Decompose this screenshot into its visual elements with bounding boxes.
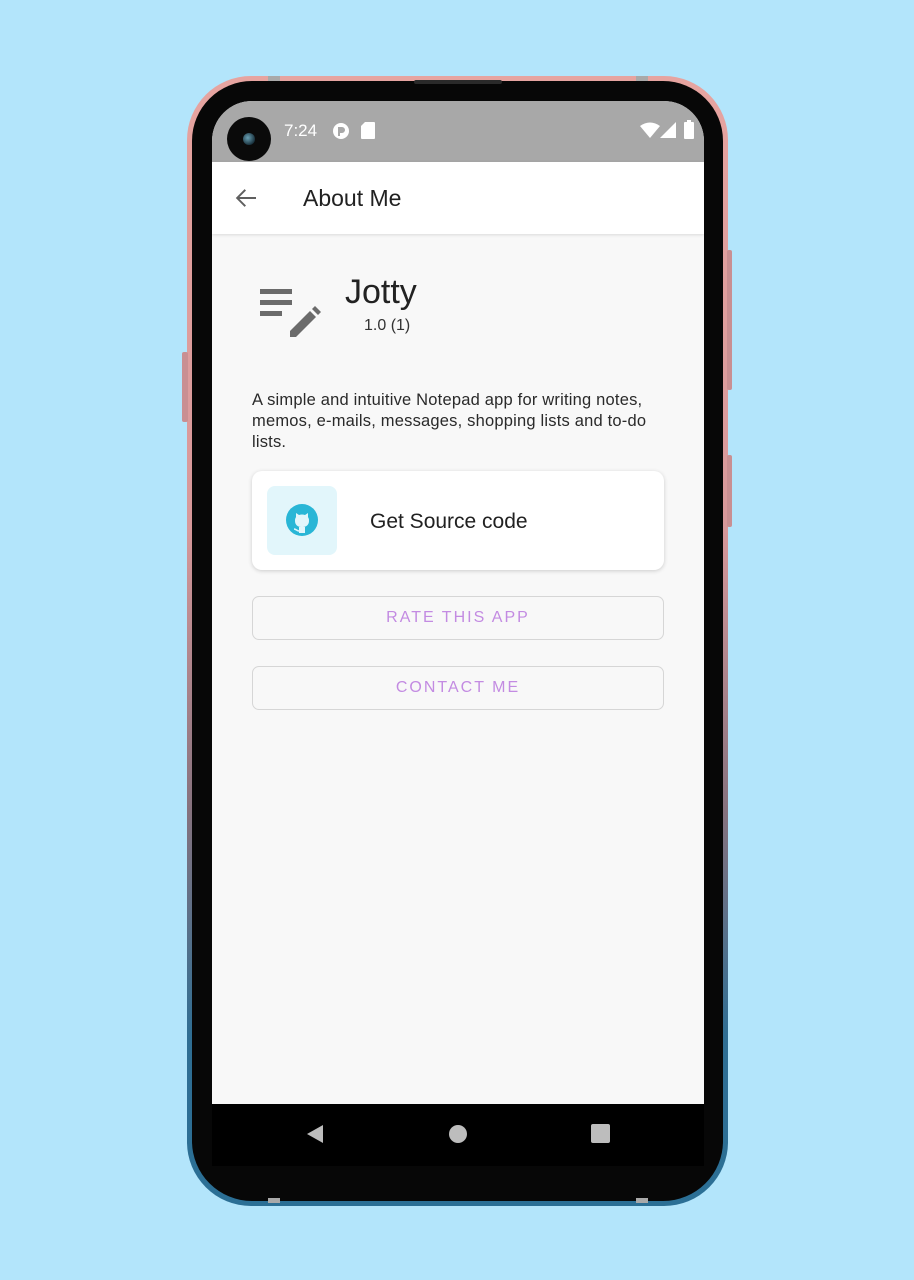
source-code-label: Get Source code: [370, 510, 528, 533]
battery-icon: [684, 120, 694, 144]
front-camera: [227, 117, 271, 161]
app-bar: About Me: [212, 162, 704, 234]
side-button-left: [182, 352, 188, 422]
antenna-line: [636, 76, 648, 81]
recents-square-icon[interactable]: [591, 1124, 610, 1148]
home-circle-icon[interactable]: [448, 1124, 468, 1149]
get-source-code-card[interactable]: Get Source code: [252, 471, 664, 570]
antenna-line: [636, 1198, 648, 1203]
arrow-back-icon[interactable]: [232, 184, 260, 212]
earpiece: [414, 80, 502, 84]
app-name: Jotty: [345, 273, 417, 311]
github-icon: [286, 504, 318, 536]
antenna-line: [268, 1198, 280, 1203]
page-title: About Me: [303, 185, 402, 211]
back-triangle-icon[interactable]: [305, 1124, 325, 1149]
navigation-bar: [212, 1104, 704, 1166]
sd-card-icon: [361, 122, 375, 144]
phone-screen: 7:24 About Me Jotty 1.0 (1) A simple and…: [212, 101, 704, 1104]
status-bar: 7:24: [212, 101, 704, 162]
rate-app-button[interactable]: RATE THIS APP: [252, 596, 664, 640]
volume-button: [727, 250, 732, 390]
github-icon-container: [267, 486, 337, 555]
app-notification-icon: [332, 122, 350, 145]
antenna-line: [268, 76, 280, 81]
wifi-icon: [640, 122, 660, 143]
app-version: 1.0 (1): [364, 317, 411, 334]
signal-icon: [660, 122, 676, 143]
notes-edit-icon: [258, 287, 322, 343]
power-button: [727, 455, 732, 527]
app-description: A simple and intuitive Notepad app for w…: [252, 391, 647, 451]
contact-me-button[interactable]: CONTACT ME: [252, 666, 664, 710]
status-time: 7:24: [284, 121, 318, 140]
